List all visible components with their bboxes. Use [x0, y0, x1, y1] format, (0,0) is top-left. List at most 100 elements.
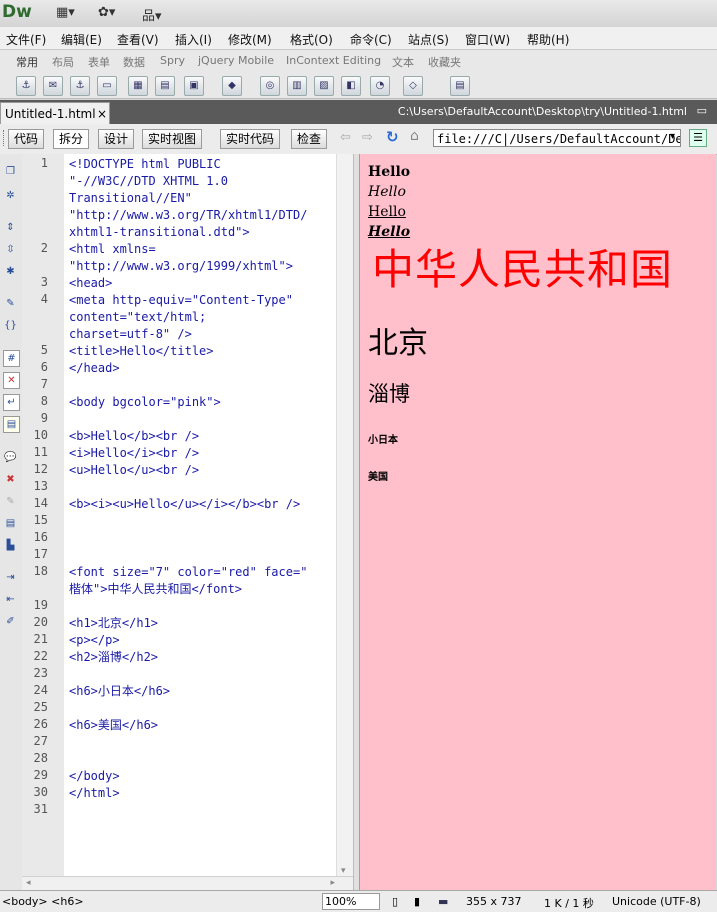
tab-forms[interactable]: 表单: [88, 54, 110, 70]
zoom-select[interactable]: 100%: [322, 893, 380, 910]
hyperlink-icon[interactable]: ⚓: [16, 76, 36, 96]
address-dropdown-icon[interactable]: ▾: [670, 131, 675, 142]
back-icon[interactable]: ⇦: [340, 130, 351, 145]
line-numbers-icon[interactable]: #: [3, 350, 20, 367]
code-vertical-scrollbar[interactable]: ▾: [336, 154, 354, 880]
menu-window[interactable]: 窗口(W): [465, 31, 510, 48]
code-line[interactable]: <font size="7" color="red" face=": [69, 564, 307, 581]
collapse-selection-icon[interactable]: ⇕: [3, 220, 18, 235]
tab-common[interactable]: 常用: [16, 54, 38, 70]
code-line[interactable]: <i>Hello</i><br />: [69, 445, 199, 462]
tab-jquery-mobile[interactable]: jQuery Mobile: [198, 54, 274, 67]
home-icon[interactable]: ⌂: [410, 128, 419, 144]
expand-all-icon[interactable]: ⇳: [3, 242, 18, 257]
wrap-tag-icon[interactable]: ✎: [3, 494, 18, 509]
named-anchor-icon[interactable]: ⚓: [70, 76, 90, 96]
menu-commands[interactable]: 命令(C): [350, 31, 392, 48]
open-documents-icon[interactable]: ❐: [3, 164, 18, 179]
media-icon[interactable]: ◆: [222, 76, 242, 96]
tag-chooser-icon[interactable]: ▤: [450, 76, 470, 96]
code-line[interactable]: <head>: [69, 275, 112, 292]
code-line[interactable]: <meta http-equiv="Content-Type": [69, 292, 293, 309]
head-icon[interactable]: ◧: [341, 76, 361, 96]
menu-format[interactable]: 格式(O): [290, 31, 333, 48]
menu-insert[interactable]: 插入(I): [175, 31, 212, 48]
menu-file[interactable]: 文件(F): [6, 31, 46, 48]
highlight-invalid-icon[interactable]: ✕: [3, 372, 20, 389]
inspect-button[interactable]: 检查: [291, 129, 328, 149]
window-size[interactable]: 355 x 737: [466, 895, 522, 908]
live-code-button[interactable]: 实时代码: [220, 129, 281, 149]
live-view-button[interactable]: 实时视图: [142, 129, 203, 149]
menu-site[interactable]: 站点(S): [408, 31, 449, 48]
braces-icon[interactable]: {}: [3, 318, 18, 333]
code-line[interactable]: <h6>小日本</h6>: [69, 683, 170, 700]
outdent-icon[interactable]: ⇤: [3, 592, 18, 607]
code-line[interactable]: charset=utf-8" />: [69, 326, 192, 343]
code-line[interactable]: "-//W3C//DTD XHTML 1.0: [69, 173, 228, 190]
refresh-icon[interactable]: ↻: [386, 128, 399, 146]
collapse-tag-icon[interactable]: ✲: [3, 188, 18, 203]
code-line[interactable]: <b><i><u>Hello</u></i></b><br />: [69, 496, 300, 513]
tab-text[interactable]: 文本: [392, 54, 414, 70]
tab-data[interactable]: 数据: [123, 54, 145, 70]
document-tab[interactable]: Untitled-1.html ×: [0, 102, 110, 124]
layout-icon[interactable]: ▦▾: [56, 5, 75, 21]
script-icon[interactable]: ◔: [370, 76, 390, 96]
table-icon[interactable]: ▦: [128, 76, 148, 96]
image-icon[interactable]: ▣: [184, 76, 204, 96]
code-line[interactable]: <u>Hello</u><br />: [69, 462, 199, 479]
forward-icon[interactable]: ⇨: [362, 130, 373, 145]
options-icon[interactable]: ☰: [689, 129, 707, 147]
code-line[interactable]: </html>: [69, 785, 120, 802]
scroll-right-icon[interactable]: ▸: [330, 878, 335, 888]
code-line[interactable]: <html xmlns=: [69, 241, 156, 258]
window-size-icon[interactable]: ▬: [438, 895, 448, 908]
tab-layout[interactable]: 布局: [52, 54, 74, 70]
balance-braces-icon[interactable]: ✎: [3, 296, 18, 311]
horizontal-rule-icon[interactable]: ▭: [97, 76, 117, 96]
email-link-icon[interactable]: ✉: [43, 76, 63, 96]
tag-selector[interactable]: <body> <h6>: [2, 895, 84, 908]
scroll-left-icon[interactable]: ◂: [26, 878, 31, 888]
tab-spry[interactable]: Spry: [160, 54, 185, 67]
hand-tool-icon[interactable]: ▮: [414, 895, 420, 908]
format-source-icon[interactable]: ✐: [3, 614, 18, 629]
code-line[interactable]: <!DOCTYPE html PUBLIC: [69, 156, 221, 173]
indent-icon[interactable]: ⇥: [3, 570, 18, 585]
close-icon[interactable]: ×: [97, 103, 107, 125]
server-side-include-icon[interactable]: ▥: [287, 76, 307, 96]
code-line[interactable]: <h6>美国</h6>: [69, 717, 158, 734]
comment-icon[interactable]: ▨: [314, 76, 334, 96]
menu-help[interactable]: 帮助(H): [527, 31, 569, 48]
tab-favorites[interactable]: 收藏夹: [428, 54, 461, 70]
recent-snippets-icon[interactable]: ▤: [3, 516, 18, 531]
menu-modify[interactable]: 修改(M): [228, 31, 272, 48]
address-bar[interactable]: file:///C|/Users/DefaultAccount/Deskto: [433, 129, 681, 147]
code-line[interactable]: "http://www.w3.org/1999/xhtml">: [69, 258, 293, 275]
code-line[interactable]: Transitional//EN": [69, 190, 192, 207]
code-line[interactable]: xhtml1-transitional.dtd">: [69, 224, 250, 241]
select-parent-tag-icon[interactable]: ✱: [3, 264, 18, 279]
code-line[interactable]: 楷体">中华人民共和国</font>: [69, 581, 242, 598]
code-line[interactable]: <p></p>: [69, 632, 120, 649]
date-icon[interactable]: ◎: [260, 76, 280, 96]
syntax-coloring-icon[interactable]: ▤: [3, 416, 20, 433]
move-css-icon[interactable]: ▙: [3, 538, 18, 553]
code-editor[interactable]: <!DOCTYPE html PUBLIC "-//W3C//DTD XHTML …: [64, 154, 336, 880]
menu-view[interactable]: 查看(V): [117, 31, 159, 48]
code-line[interactable]: "http://www.w3.org/TR/xhtml1/DTD/: [69, 207, 307, 224]
code-line[interactable]: <body bgcolor="pink">: [69, 394, 221, 411]
apply-comment-icon[interactable]: 💬: [3, 450, 18, 465]
code-line[interactable]: content="text/html;: [69, 309, 206, 326]
menu-edit[interactable]: 编辑(E): [61, 31, 102, 48]
code-view-button[interactable]: 代码: [8, 129, 45, 149]
templates-icon[interactable]: ◇: [403, 76, 423, 96]
code-line[interactable]: </head>: [69, 360, 120, 377]
code-line[interactable]: <h2>淄博</h2>: [69, 649, 158, 666]
select-tool-icon[interactable]: ▯: [392, 895, 398, 908]
restore-icon[interactable]: ▭: [697, 104, 707, 117]
design-view-button[interactable]: 设计: [98, 129, 135, 149]
tab-incontext[interactable]: InContext Editing: [286, 54, 381, 67]
code-line[interactable]: <b>Hello</b><br />: [69, 428, 199, 445]
